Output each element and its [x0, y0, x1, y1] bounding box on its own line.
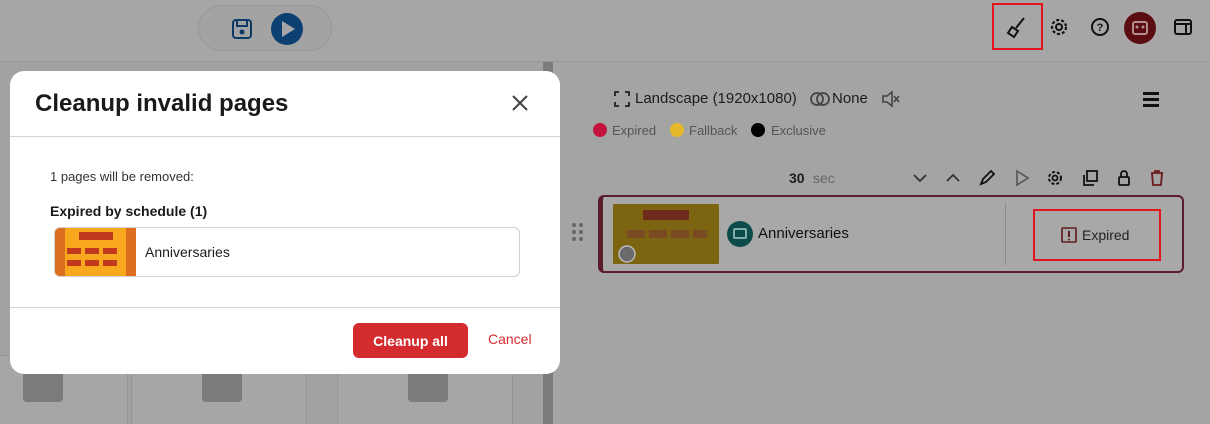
drag-handle-icon[interactable] [571, 222, 585, 247]
removal-count-text: 1 pages will be removed: [50, 169, 194, 184]
chevron-up-icon[interactable] [943, 168, 965, 190]
playlist-panel: Landscape (1920x1080) None Expired Fallb… [553, 62, 1210, 424]
cleanup-dialog: Cleanup invalid pages 1 pages will be re… [10, 71, 560, 374]
chevron-down-icon[interactable] [910, 168, 932, 190]
row-divider [1005, 203, 1006, 265]
cancel-button[interactable]: Cancel [488, 331, 532, 347]
duration-unit: sec [813, 170, 835, 186]
legend-label-expired: Expired [612, 123, 657, 138]
cleanup-list-item: Anniversaries [54, 227, 520, 277]
dialog-title: Cleanup invalid pages [35, 90, 289, 117]
page-name: Anniversaries [758, 225, 849, 242]
layout-panel-icon[interactable] [1170, 14, 1196, 40]
robot-avatar-icon[interactable] [1124, 12, 1156, 44]
page-thumbnail [613, 204, 719, 264]
duplicate-icon[interactable] [1080, 168, 1102, 190]
top-toolbar: ? [0, 0, 1210, 62]
item-name: Anniversaries [145, 244, 230, 260]
legend-dot-exclusive [751, 123, 765, 137]
lock-icon[interactable] [1114, 168, 1136, 190]
expired-section-title: Expired by schedule (1) [50, 203, 208, 219]
expired-warning-icon [1061, 226, 1077, 249]
edit-pen-icon[interactable] [977, 168, 999, 190]
page-settings-icon[interactable] [1045, 168, 1067, 190]
cleanup-all-button[interactable]: Cleanup all [353, 323, 468, 358]
svg-text:?: ? [1097, 22, 1104, 34]
preview-play-icon[interactable] [1012, 168, 1034, 190]
play-icon[interactable] [271, 13, 303, 45]
legend-dot-fallback [670, 123, 684, 137]
monitor-icon [727, 221, 753, 247]
expired-status-label: Expired [1082, 227, 1130, 243]
dialog-footer-divider [10, 307, 560, 308]
settings-gear-icon[interactable] [1046, 14, 1072, 40]
mute-icon[interactable] [881, 90, 903, 112]
playlist-page-row[interactable]: Anniversaries Expired [598, 195, 1184, 273]
orientation-icon [613, 90, 635, 112]
legend-dot-expired [593, 123, 607, 137]
help-icon[interactable]: ? [1087, 14, 1113, 40]
delete-trash-icon[interactable] [1147, 168, 1169, 190]
legend-label-fallback: Fallback [689, 123, 738, 138]
orientation-label[interactable]: Landscape (1920x1080) [635, 90, 797, 107]
player-controls [198, 5, 332, 51]
close-icon[interactable] [508, 91, 532, 115]
item-thumbnail [55, 228, 136, 276]
menu-hamburger-icon[interactable] [1141, 90, 1163, 112]
transition-label[interactable]: None [832, 90, 868, 107]
transition-icon [809, 90, 831, 112]
expired-status-badge: Expired [1033, 209, 1161, 261]
save-icon[interactable] [229, 16, 255, 42]
legend-label-exclusive: Exclusive [771, 123, 826, 138]
cleanup-highlight [992, 3, 1043, 50]
duration-value[interactable]: 30 [789, 170, 805, 186]
dialog-header-divider [10, 136, 560, 137]
